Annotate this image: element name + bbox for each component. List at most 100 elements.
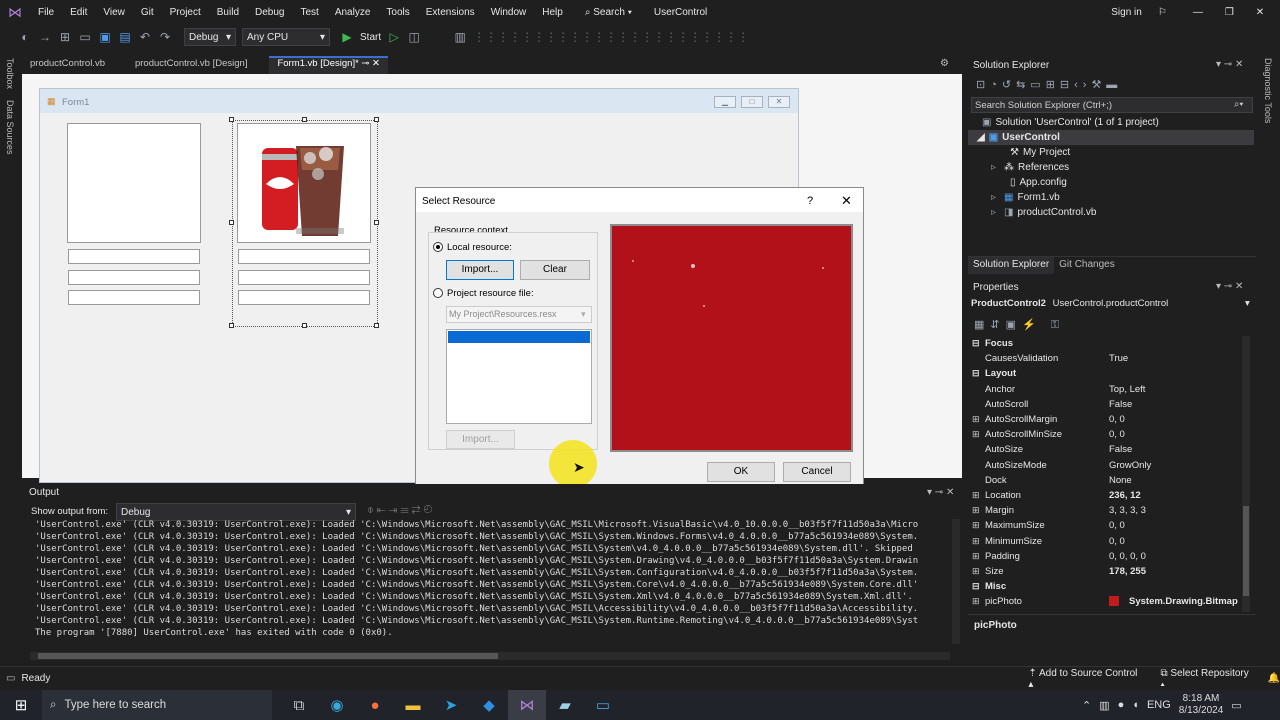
notifications-icon[interactable]: 🔔 bbox=[1268, 673, 1280, 684]
close-tab-icon[interactable]: ✕ bbox=[372, 58, 380, 69]
import-button[interactable]: Import... bbox=[446, 260, 514, 280]
taskbar-search-box[interactable]: ⌕ Type here to search bbox=[42, 690, 272, 720]
resize-handle[interactable] bbox=[302, 323, 307, 328]
expand-icon[interactable]: ⊞ bbox=[972, 414, 980, 425]
project-node[interactable]: ◢ ▣ UserControl bbox=[968, 130, 1254, 145]
property-row[interactable]: AutoSize False bbox=[968, 442, 1240, 457]
output-vertical-scrollbar[interactable] bbox=[952, 519, 960, 644]
file-explorer-icon[interactable]: ▬ bbox=[394, 690, 432, 720]
notification-icon[interactable]: ⚐ bbox=[1150, 7, 1175, 18]
close-icon[interactable]: ✕ bbox=[1248, 7, 1272, 18]
form-close-icon[interactable]: ✕ bbox=[768, 96, 790, 108]
scrollbar-thumb[interactable] bbox=[1243, 506, 1249, 596]
property-grid-scrollbar[interactable] bbox=[1242, 336, 1250, 612]
import-project-button[interactable]: Import... bbox=[446, 430, 515, 449]
solution-explorer-search[interactable]: Search Solution Explorer (Ctrl+;) ⌕▾ bbox=[971, 97, 1253, 113]
resource-list[interactable] bbox=[446, 329, 592, 424]
app-icon[interactable]: ▰ bbox=[546, 690, 584, 720]
menu-edit[interactable]: Edit bbox=[62, 7, 95, 18]
layout-toolbar-icon[interactable]: ▥ bbox=[453, 30, 467, 44]
ok-button[interactable]: OK bbox=[707, 462, 775, 482]
expand-icon[interactable]: ⊞ bbox=[972, 490, 980, 501]
start-icon[interactable]: ▶ bbox=[340, 30, 354, 44]
diagnostic-tools-tab[interactable]: Diagnostic Tools bbox=[1263, 58, 1273, 123]
forward-icon[interactable]: → bbox=[38, 30, 52, 44]
firefox-icon[interactable]: ● bbox=[356, 690, 394, 720]
property-row[interactable]: ⊞ MaximumSize 0, 0 bbox=[968, 518, 1240, 533]
chevron-up-icon[interactable]: ⌃ bbox=[1082, 699, 1091, 712]
select-repository-button[interactable]: ⧉ Select Repository ▴ bbox=[1160, 668, 1253, 690]
dialog-help-button[interactable]: ? bbox=[807, 195, 813, 207]
menu-file[interactable]: File bbox=[30, 7, 62, 18]
open-icon[interactable]: ▭ bbox=[78, 30, 92, 44]
volume-icon[interactable]: ◖ bbox=[1132, 699, 1139, 711]
property-row[interactable]: ⊞ Location 236, 12 bbox=[968, 488, 1240, 503]
configuration-select[interactable]: Debug ▾ bbox=[184, 28, 236, 46]
property-row[interactable]: ⊞ AutoScrollMargin 0, 0 bbox=[968, 412, 1240, 427]
telegram-icon[interactable]: ➤ bbox=[432, 690, 470, 720]
property-grid[interactable]: ⊟ Focus CausesValidation True ⊟ Layout Anch… bbox=[968, 336, 1240, 612]
resize-handle[interactable] bbox=[302, 117, 307, 122]
resize-handle[interactable] bbox=[229, 220, 234, 225]
property-row[interactable]: ⊞ AutoScrollMinSize 0, 0 bbox=[968, 427, 1240, 442]
platform-select[interactable]: Any CPU ▾ bbox=[242, 28, 330, 46]
tree-item-references[interactable]: ▹ ⁂ References bbox=[991, 160, 1069, 175]
property-category-misc[interactable]: ⊟ Misc bbox=[968, 579, 1240, 594]
vscode-icon[interactable]: ◆ bbox=[470, 690, 508, 720]
expand-icon[interactable]: ⊞ bbox=[972, 551, 980, 562]
save-all-icon[interactable]: ▤ bbox=[118, 30, 132, 44]
tab-productcontrol-design[interactable]: productControl.vb [Design] bbox=[127, 56, 255, 74]
property-row[interactable]: ⊞ MinimumSize 0, 0 bbox=[968, 534, 1240, 549]
properties-toolbar[interactable]: ▦⇵▣⚡ ⚿ bbox=[974, 318, 1065, 332]
product-control-2-picture[interactable] bbox=[237, 123, 371, 243]
expand-icon[interactable]: ⊞ bbox=[972, 429, 980, 440]
network-icon[interactable]: ▥ bbox=[1099, 699, 1109, 712]
product-control-1-textbox-3[interactable] bbox=[68, 290, 200, 305]
menu-extensions[interactable]: Extensions bbox=[418, 7, 483, 18]
properties-object-select[interactable]: ProductControl2 UserControl.productContr… bbox=[971, 298, 1253, 313]
undo-icon[interactable]: ↶ bbox=[138, 30, 152, 44]
property-row[interactable]: AutoScroll False bbox=[968, 397, 1240, 412]
resource-list-selected-item[interactable] bbox=[448, 331, 590, 343]
add-source-control-button[interactable]: ⇡ Add to Source Control ▴ bbox=[1028, 668, 1142, 690]
output-toolbar-icons[interactable]: ⌽ ⇤ ⇥ ☰ ⇄ ◴ bbox=[367, 504, 432, 517]
data-sources-tab[interactable]: Data Sources bbox=[5, 100, 15, 155]
menu-git[interactable]: Git bbox=[133, 7, 162, 18]
microphone-icon[interactable]: ● bbox=[1118, 699, 1125, 711]
solution-explorer-toolbar[interactable]: ⊡◔↺⇆▭⊞⊟‹›⚒▬ bbox=[976, 78, 1122, 91]
expand-icon[interactable]: ⊞ bbox=[972, 536, 980, 547]
property-row[interactable]: CausesValidation True bbox=[968, 351, 1240, 366]
scrollbar-thumb[interactable] bbox=[38, 653, 498, 659]
task-view-icon[interactable]: ⧉ bbox=[280, 690, 318, 720]
windows-start-icon[interactable]: ⊞ bbox=[0, 690, 42, 720]
menu-debug[interactable]: Debug bbox=[247, 7, 292, 18]
notification-center-icon[interactable]: ▭ bbox=[1231, 699, 1241, 712]
back-icon[interactable]: ◐ bbox=[18, 30, 32, 44]
redo-icon[interactable]: ↷ bbox=[158, 30, 172, 44]
hot-reload-icon[interactable]: ◫ bbox=[407, 30, 421, 44]
property-row[interactable]: ⊞ picPhoto System.Drawing.Bitmap bbox=[968, 594, 1240, 609]
dialog-close-icon[interactable]: ✕ bbox=[841, 193, 852, 209]
property-category-layout[interactable]: ⊟ Layout bbox=[968, 366, 1240, 381]
menu-window[interactable]: Window bbox=[483, 7, 535, 18]
menu-test[interactable]: Test bbox=[292, 7, 326, 18]
output-horizontal-scrollbar[interactable] bbox=[30, 652, 950, 660]
cancel-button[interactable]: Cancel bbox=[783, 462, 851, 482]
tree-item-form1[interactable]: ▹ ▦ Form1.vb bbox=[991, 190, 1060, 205]
expand-icon[interactable]: ⊞ bbox=[972, 596, 980, 607]
minimize-icon[interactable]: — bbox=[1185, 7, 1211, 18]
form-maximize-icon[interactable]: □ bbox=[741, 96, 763, 108]
panel-pin-icon[interactable]: ▾ ⊸ ✕ bbox=[1216, 281, 1243, 292]
resize-handle[interactable] bbox=[374, 117, 379, 122]
solution-node[interactable]: ▣ Solution 'UserControl' (1 of 1 project) bbox=[982, 115, 1159, 130]
resize-handle[interactable] bbox=[374, 220, 379, 225]
expand-icon[interactable]: ⊞ bbox=[972, 505, 980, 516]
search-box[interactable]: ⌕ Search ▾ bbox=[577, 7, 640, 18]
product-control-1-textbox-1[interactable] bbox=[68, 249, 200, 264]
expand-icon[interactable]: ⊞ bbox=[972, 520, 980, 531]
local-resource-radio[interactable] bbox=[433, 242, 443, 252]
property-row[interactable]: Anchor Top, Left bbox=[968, 382, 1240, 397]
property-row[interactable]: ⊞ Size 178, 255 bbox=[968, 564, 1240, 579]
save-icon[interactable]: ▣ bbox=[98, 30, 112, 44]
clock[interactable]: 8:18 AM 8/13/2024 bbox=[1179, 693, 1224, 717]
